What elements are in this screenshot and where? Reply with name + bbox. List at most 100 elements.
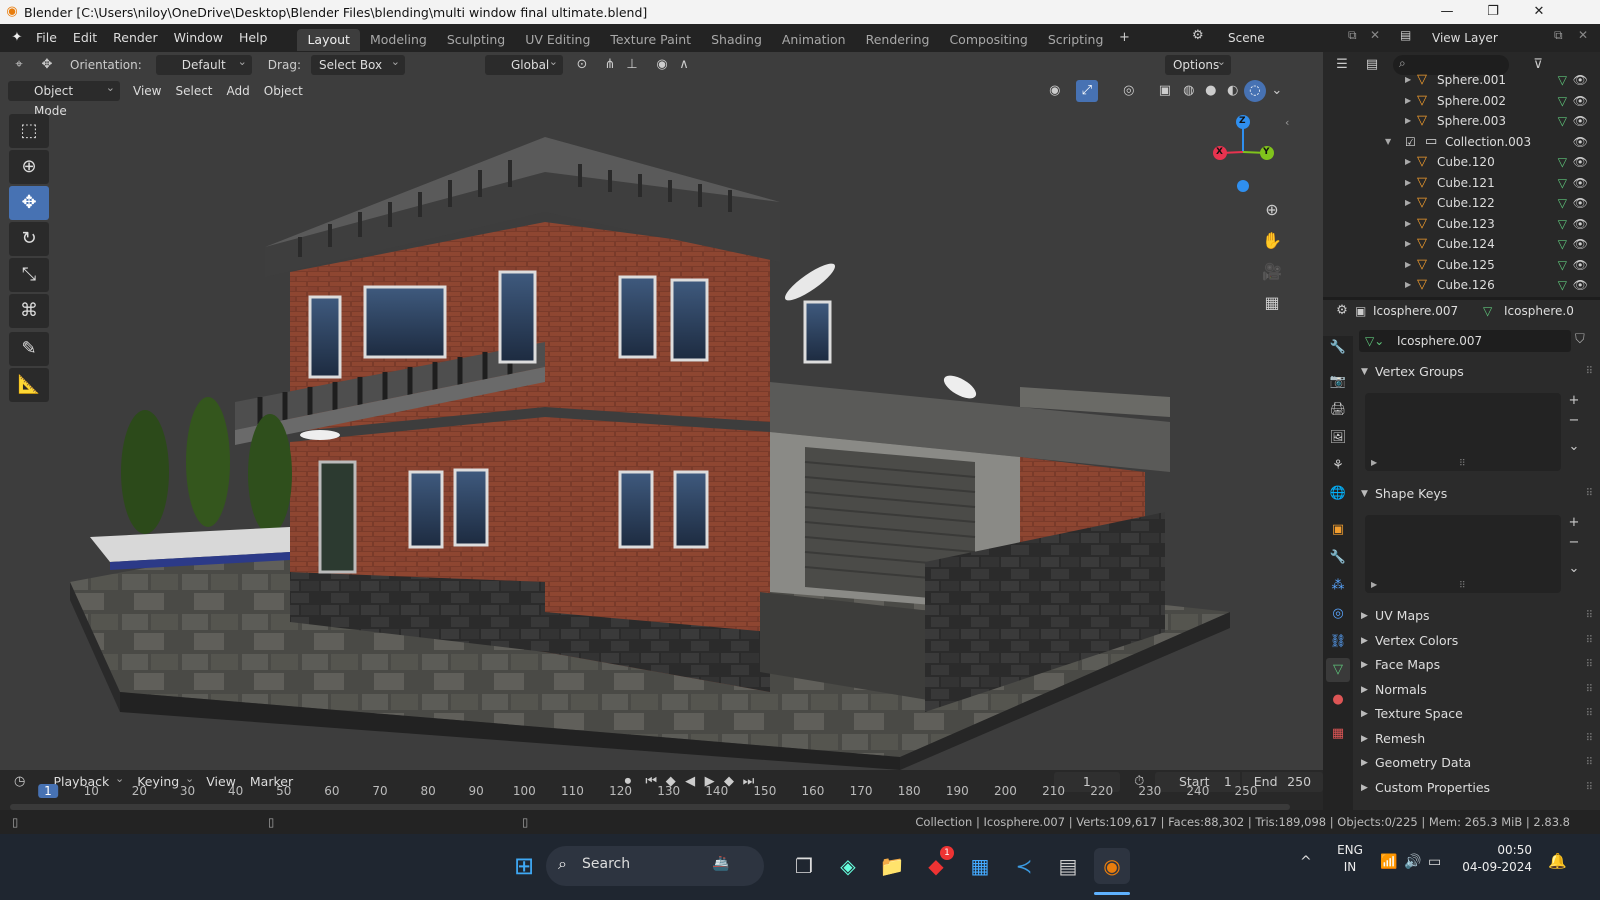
scene-selector-icon[interactable]: ⚙: [1192, 28, 1204, 43]
workspace-tab-compositing[interactable]: Compositing: [939, 29, 1037, 51]
drag-grip-icon[interactable]: ⠿: [1586, 629, 1593, 653]
menu-object[interactable]: Object: [257, 80, 310, 102]
texture-tab-icon[interactable]: ▦: [1326, 722, 1350, 746]
select-box-tool-icon[interactable]: ⬚: [9, 114, 49, 148]
collapsed-panel-header[interactable]: ▶ Geometry Data ⠿: [1357, 751, 1597, 775]
shape-key-specials-button[interactable]: ⌄: [1565, 560, 1583, 578]
vertex-groups-list[interactable]: ▶ ⠿: [1365, 393, 1561, 471]
mesh-data-tab-icon[interactable]: ▽: [1326, 658, 1350, 682]
collapsed-panel-header[interactable]: ▶ Face Maps ⠿: [1357, 653, 1597, 677]
outliner-object-row[interactable]: ▶ ▽ Sphere.003 ▽ 👁: [1323, 111, 1600, 132]
camera-view-icon[interactable]: 🎥: [1258, 258, 1286, 286]
close-button[interactable]: ✕: [1516, 0, 1562, 24]
new-view-layer-icon[interactable]: ⧉: [1554, 28, 1563, 43]
transform-tool-icon[interactable]: ⌘: [9, 294, 49, 328]
zoom-icon[interactable]: ⊕: [1258, 196, 1286, 224]
mesh-data-icon[interactable]: ▽: [1558, 214, 1567, 234]
visibility-eye-icon[interactable]: 👁: [1573, 255, 1588, 275]
editor-type-icon[interactable]: ⌖: [8, 54, 30, 76]
menu-view[interactable]: View: [126, 80, 168, 102]
material-tab-icon[interactable]: ●: [1326, 688, 1350, 712]
terminal-icon[interactable]: ▤: [1050, 848, 1086, 884]
view-layer-icon[interactable]: ▤: [1400, 28, 1411, 42]
visibility-icon[interactable]: ◉: [1044, 80, 1066, 102]
wifi-icon[interactable]: 📶: [1380, 854, 1397, 870]
cursor-tool-icon[interactable]: ⊕: [9, 150, 49, 184]
collapsed-panel-header[interactable]: ▶ Vertex Colors ⠿: [1357, 629, 1597, 653]
measure-tool-icon[interactable]: 📐: [9, 368, 49, 402]
view-layer-tab-icon[interactable]: 🖼: [1326, 426, 1350, 450]
shape-keys-list[interactable]: ▶ ⠿: [1365, 515, 1561, 593]
drag-grip-icon[interactable]: ⠿: [1586, 678, 1593, 702]
outliner-object-row[interactable]: ▶ ▽ Cube.123 ▽ 👁: [1323, 214, 1600, 235]
output-tab-icon[interactable]: 🖨: [1326, 398, 1350, 422]
workspace-tab-uv-editing[interactable]: UV Editing: [515, 29, 600, 51]
outliner-object-row[interactable]: ▶ ▽ Cube.121 ▽ 👁: [1323, 173, 1600, 194]
properties-editor-type-icon[interactable]: ⚙: [1331, 300, 1353, 322]
list-resize-grip-icon[interactable]: ⠿: [1459, 459, 1466, 469]
visibility-eye-icon[interactable]: 👁: [1573, 91, 1588, 111]
expand-triangle-icon[interactable]: ▶: [1405, 91, 1411, 111]
maximize-button[interactable]: ❐: [1470, 0, 1516, 24]
drag-grip-icon[interactable]: ⠿: [1586, 776, 1593, 800]
modifiers-tab-icon[interactable]: 🔧: [1326, 546, 1350, 570]
visibility-eye-icon[interactable]: 👁: [1573, 173, 1588, 193]
workspace-tab-shading[interactable]: Shading: [701, 29, 772, 51]
move-tool-icon[interactable]: ✥: [9, 186, 49, 220]
perspective-grid-icon[interactable]: ▦: [1258, 289, 1286, 317]
drag-dropdown[interactable]: Select Box: [310, 52, 405, 75]
workspace-tab-texture-paint[interactable]: Texture Paint: [600, 29, 701, 51]
expand-triangle-icon[interactable]: ▶: [1405, 193, 1411, 213]
visibility-eye-icon[interactable]: 👁: [1573, 275, 1588, 295]
snap-magnet-icon[interactable]: ⋔: [599, 54, 621, 76]
list-resize-grip-icon[interactable]: ⠿: [1459, 581, 1466, 591]
menu-select[interactable]: Select: [168, 80, 219, 102]
outliner-collection-row[interactable]: ▼ ☑ ▭ Collection.003 👁: [1323, 132, 1600, 153]
outliner-object-row[interactable]: ▶ ▽ Cube.124 ▽ 👁: [1323, 234, 1600, 255]
add-workspace-button[interactable]: +: [1113, 27, 1135, 49]
render-tab-icon[interactable]: 📷: [1326, 370, 1350, 394]
mesh-data-icon[interactable]: ▽: [1558, 70, 1567, 90]
menu-window[interactable]: Window: [166, 24, 231, 52]
shading-options-icon[interactable]: ⌄: [1266, 80, 1288, 102]
expand-triangle-icon[interactable]: ▶: [1405, 173, 1411, 193]
particles-tab-icon[interactable]: ⁂: [1326, 574, 1350, 598]
shading-solid-icon[interactable]: ●: [1200, 80, 1222, 102]
delete-view-layer-icon[interactable]: ✕: [1578, 28, 1588, 42]
drag-grip-icon[interactable]: ⠿: [1586, 702, 1593, 726]
expand-triangle-icon[interactable]: ▶: [1405, 111, 1411, 131]
pan-hand-icon[interactable]: ✋: [1258, 227, 1286, 255]
workspace-tab-sculpting[interactable]: Sculpting: [437, 29, 515, 51]
workspace-tab-rendering[interactable]: Rendering: [856, 29, 940, 51]
outliner-object-row[interactable]: ▶ ▽ Cube.122 ▽ 👁: [1323, 193, 1600, 214]
mesh-data-icon[interactable]: ▽: [1558, 193, 1567, 213]
drag-grip-icon[interactable]: ⠿: [1586, 360, 1593, 384]
expand-triangle-icon[interactable]: ▶: [1405, 152, 1411, 172]
tray-overflow-icon[interactable]: ^: [1300, 854, 1312, 870]
workspace-tab-scripting[interactable]: Scripting: [1038, 29, 1114, 51]
exclude-checkbox-icon[interactable]: ☑: [1405, 132, 1416, 152]
scale-tool-icon[interactable]: ⤡: [9, 258, 49, 292]
vertex-group-specials-button[interactable]: ⌄: [1565, 438, 1583, 456]
mode-dropdown[interactable]: Object Mode: [8, 78, 120, 118]
visibility-eye-icon[interactable]: 👁: [1573, 152, 1588, 172]
add-shape-key-button[interactable]: +: [1565, 514, 1583, 532]
visibility-eye-icon[interactable]: 👁: [1573, 132, 1588, 152]
vscode-icon[interactable]: ≺: [1006, 848, 1042, 884]
menu-edit[interactable]: Edit: [65, 24, 105, 52]
rotate-tool-icon[interactable]: ↻: [9, 222, 49, 256]
expand-triangle-icon[interactable]: ▶: [1405, 70, 1411, 90]
mesh-data-icon[interactable]: ▽: [1558, 275, 1567, 295]
shading-material-icon[interactable]: ◐: [1222, 80, 1244, 102]
workspace-tab-animation[interactable]: Animation: [772, 29, 856, 51]
drag-grip-icon[interactable]: ⠿: [1586, 751, 1593, 775]
pivot-point-icon[interactable]: ⊙: [571, 54, 593, 76]
snap-target-icon[interactable]: ⊥: [621, 54, 643, 76]
drag-grip-icon[interactable]: ⠿: [1586, 727, 1593, 751]
collapsed-panel-header[interactable]: ▶ Normals ⠿: [1357, 678, 1597, 702]
visibility-eye-icon[interactable]: 👁: [1573, 70, 1588, 90]
annotate-tool-icon[interactable]: ✎: [9, 332, 49, 366]
world-tab-icon[interactable]: 🌐: [1326, 482, 1350, 506]
scene-field[interactable]: Scene: [1218, 28, 1348, 48]
app-notification-icon[interactable]: ◆ 1: [918, 846, 954, 884]
